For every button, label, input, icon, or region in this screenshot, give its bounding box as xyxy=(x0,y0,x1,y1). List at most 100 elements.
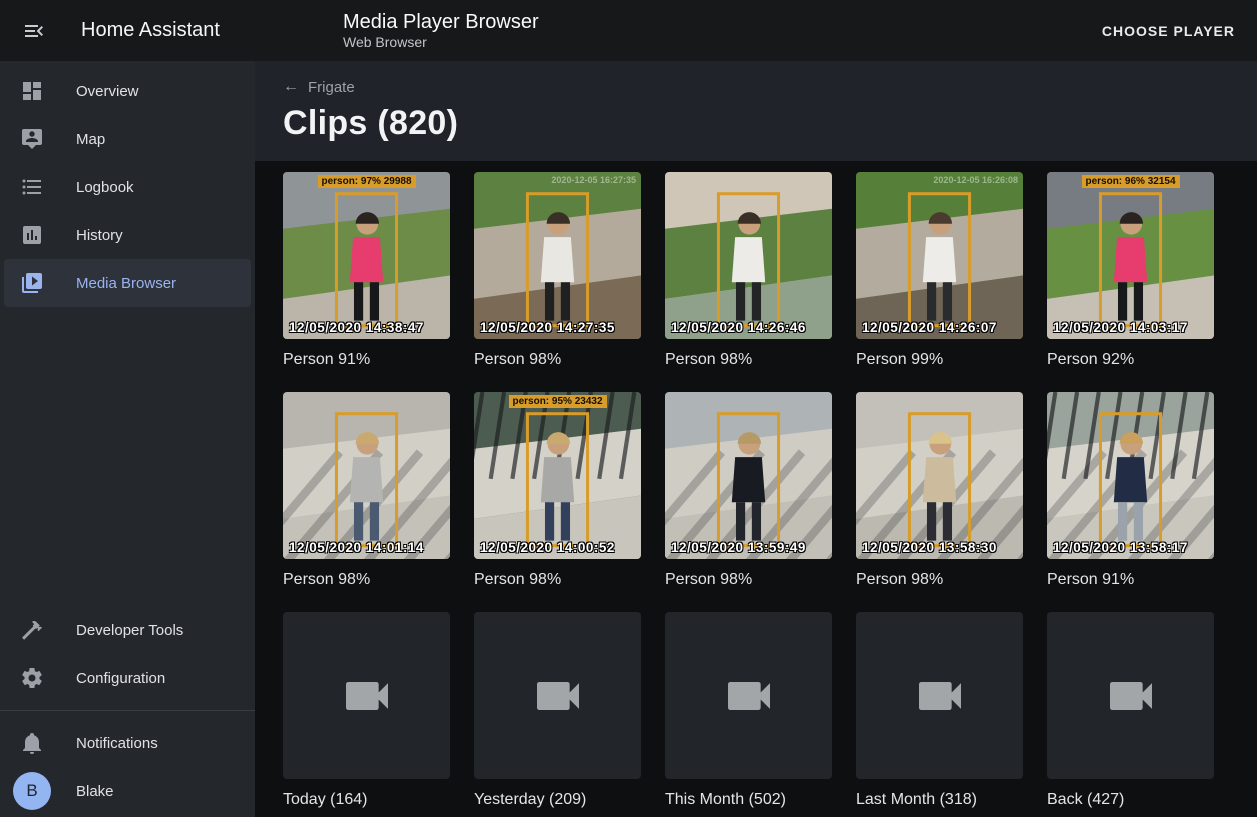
clip-card[interactable]: 12/05/2020 14:01:14Person 98% xyxy=(283,392,450,590)
app-bar-title-block: Media Player Browser Web Browser xyxy=(343,10,539,51)
folder-label: Last Month (318) xyxy=(856,790,1023,810)
clip-label: Person 98% xyxy=(474,350,641,370)
sidebar-spacer xyxy=(0,307,255,606)
map-person-icon xyxy=(20,127,44,151)
clip-thumb: 12/05/2020 13:58:30 xyxy=(856,392,1023,559)
timestamp-overlay: 12/05/2020 14:03:17 xyxy=(1053,320,1188,335)
sidebar-item-profile[interactable]: B Blake xyxy=(4,767,251,815)
clip-label: Person 99% xyxy=(856,350,1023,370)
camera-timestamp: 2020-12-05 16:27:35 xyxy=(551,175,636,185)
timestamp-overlay: 12/05/2020 14:01:14 xyxy=(289,540,424,555)
timestamp-overlay: 12/05/2020 13:58:17 xyxy=(1053,540,1188,555)
sidebar-item-logbook[interactable]: Logbook xyxy=(4,163,251,211)
detection-tag: person: 97% 29988 xyxy=(317,175,415,188)
sidebar-item-media-browser[interactable]: Media Browser xyxy=(4,259,251,307)
clip-thumb: 12/05/2020 14:01:14 xyxy=(283,392,450,559)
clip-card[interactable]: 12/05/2020 13:59:49 Person 98% xyxy=(665,392,832,590)
detection-tag: person: 95% 23432 xyxy=(508,395,606,408)
folder-card-last-month[interactable]: Last Month (318) xyxy=(856,612,1023,810)
clip-thumb: 2020-12-05 16:27:35 12/05/2020 14:27:35 xyxy=(474,172,641,339)
sidebar-item-label: Configuration xyxy=(76,670,165,687)
folder-label: Back (427) xyxy=(1047,790,1214,810)
folder-label: This Month (502) xyxy=(665,790,832,810)
clips-grid: person: 97% 2998812/05/2020 14:38:47 Pers… xyxy=(255,161,1257,810)
clip-card[interactable]: 12/05/2020 13:58:30Person 98% xyxy=(856,392,1023,590)
clip-label: Person 98% xyxy=(665,570,832,590)
timestamp-overlay: 12/05/2020 13:58:30 xyxy=(862,540,997,555)
clip-card[interactable]: person: 95% 23432 12/05/2020 14:00:52 Pers… xyxy=(474,392,641,590)
dashboard-icon xyxy=(20,79,44,103)
clip-label: Person 98% xyxy=(665,350,832,370)
sidebar-bottom: Developer Tools Configuration Notificatio… xyxy=(0,606,255,817)
video-camera-icon xyxy=(912,668,968,724)
clip-thumbnail xyxy=(856,392,1023,559)
sidebar-divider xyxy=(0,710,255,711)
clip-thumb: 12/05/2020 13:59:49 xyxy=(665,392,832,559)
breadcrumb-back[interactable]: ← Frigate xyxy=(283,78,355,96)
hammer-icon xyxy=(20,618,44,642)
sidebar-item-history[interactable]: History xyxy=(4,211,251,259)
timestamp-overlay: 12/05/2020 14:26:46 xyxy=(671,320,806,335)
sidebar-item-developer-tools[interactable]: Developer Tools xyxy=(4,606,251,654)
camera-timestamp: 2020-12-05 16:26:08 xyxy=(933,175,1018,185)
clip-thumb: person: 97% 2998812/05/2020 14:38:47 xyxy=(283,172,450,339)
timestamp-overlay: 12/05/2020 14:26:07 xyxy=(862,320,997,335)
folder-thumb xyxy=(474,612,641,779)
clip-thumb: person: 96% 3215412/05/2020 14:03:17 xyxy=(1047,172,1214,339)
folder-thumb xyxy=(283,612,450,779)
clip-thumbnail xyxy=(474,172,641,339)
folder-card-back[interactable]: Back (427) xyxy=(1047,612,1214,810)
sidebar-item-label: Logbook xyxy=(76,179,134,196)
folder-label: Yesterday (209) xyxy=(474,790,641,810)
sidebar-item-overview[interactable]: Overview xyxy=(4,67,251,115)
clip-card[interactable]: person: 97% 2998812/05/2020 14:38:47 Pers… xyxy=(283,172,450,370)
clip-label: Person 98% xyxy=(474,570,641,590)
clip-thumbnail xyxy=(283,392,450,559)
clip-card[interactable]: 2020-12-05 16:27:35 12/05/2020 14:27:35 Pe… xyxy=(474,172,641,370)
clip-thumbnail xyxy=(665,392,832,559)
menu-open-button[interactable] xyxy=(12,9,56,53)
app-bar: Home Assistant Media Player Browser Web … xyxy=(0,0,1257,61)
timestamp-overlay: 12/05/2020 14:27:35 xyxy=(480,320,615,335)
sidebar-tools-nav: Developer Tools Configuration xyxy=(0,606,255,702)
sidebar-nav: Overview Map Logbook History Media Browser xyxy=(0,67,255,307)
sidebar-item-label: Developer Tools xyxy=(76,622,183,639)
sidebar: Overview Map Logbook History Media Browser D… xyxy=(0,61,255,817)
clip-thumb: 12/05/2020 14:26:46 xyxy=(665,172,832,339)
choose-player-button[interactable]: CHOOSE PLAYER xyxy=(1102,23,1235,39)
notifications-label: Notifications xyxy=(76,735,158,752)
clip-thumbnail xyxy=(665,172,832,339)
history-chart-icon xyxy=(20,223,44,247)
timestamp-overlay: 12/05/2020 14:00:52 xyxy=(480,540,615,555)
back-arrow-icon: ← xyxy=(283,78,299,96)
sidebar-item-configuration[interactable]: Configuration xyxy=(4,654,251,702)
clip-thumbnail xyxy=(283,172,450,339)
sidebar-item-notifications[interactable]: Notifications xyxy=(4,719,251,767)
media-browser-title: Media Player Browser xyxy=(343,10,539,34)
clip-card[interactable]: person: 96% 3215412/05/2020 14:03:17Pers… xyxy=(1047,172,1214,370)
folder-thumb xyxy=(1047,612,1214,779)
clip-card[interactable]: 2020-12-05 16:26:08 12/05/2020 14:26:07 Pe… xyxy=(856,172,1023,370)
folder-card-this-month[interactable]: This Month (502) xyxy=(665,612,832,810)
clip-thumbnail xyxy=(856,172,1023,339)
app-window: Home Assistant Media Player Browser Web … xyxy=(0,0,1257,817)
user-name: Blake xyxy=(76,783,114,800)
gear-icon xyxy=(20,666,44,690)
clip-thumbnail xyxy=(1047,172,1214,339)
app-bar-left: Home Assistant xyxy=(0,9,255,53)
folder-thumb xyxy=(856,612,1023,779)
folder-card-today[interactable]: Today (164) xyxy=(283,612,450,810)
sidebar-item-map[interactable]: Map xyxy=(4,115,251,163)
timestamp-overlay: 12/05/2020 13:59:49 xyxy=(671,540,806,555)
clip-label: Person 91% xyxy=(283,350,450,370)
folder-card-yesterday[interactable]: Yesterday (209) xyxy=(474,612,641,810)
sidebar-item-label: Overview xyxy=(76,83,139,100)
clip-card[interactable]: 12/05/2020 14:26:46 Person 98% xyxy=(665,172,832,370)
sidebar-item-label: History xyxy=(76,227,123,244)
bell-icon xyxy=(20,731,44,755)
clip-card[interactable]: 12/05/2020 13:58:17Person 91% xyxy=(1047,392,1214,590)
clip-thumb: person: 95% 23432 12/05/2020 14:00:52 xyxy=(474,392,641,559)
media-player-target: Web Browser xyxy=(343,34,539,51)
clip-thumbnail xyxy=(474,392,641,559)
video-camera-icon xyxy=(1103,668,1159,724)
